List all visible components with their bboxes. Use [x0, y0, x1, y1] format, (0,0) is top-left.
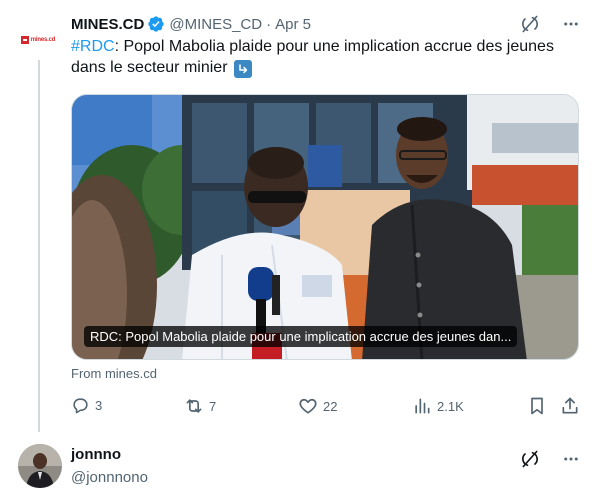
reply-author-handle[interactable]: @jonnnono	[71, 469, 148, 486]
like-count: 22	[323, 398, 338, 414]
retweet-button[interactable]: 7	[184, 396, 216, 416]
tweet-date[interactable]: Apr 5	[275, 16, 311, 33]
share-button[interactable]	[560, 396, 580, 416]
more-dots-icon[interactable]	[562, 15, 580, 33]
reply-author-name[interactable]: jonnno	[71, 446, 121, 463]
views-count: 2.1K	[437, 398, 464, 414]
link-card-source[interactable]: From mines.cd	[71, 366, 157, 381]
avatar[interactable]: mines.cd	[18, 20, 58, 60]
hashtag-link[interactable]: #RDC	[71, 38, 115, 55]
reply-button[interactable]: 3	[71, 396, 102, 415]
bookmark-button[interactable]	[527, 396, 547, 416]
tweet-header: MINES.CD @MINES_CD · Apr 5	[71, 14, 311, 34]
bookmark-icon	[527, 396, 547, 416]
reply-icon	[71, 396, 90, 415]
grok-icon[interactable]	[520, 449, 540, 469]
tweet-top-actions	[520, 14, 580, 34]
mines-cd-logo: mines.cd	[20, 36, 56, 44]
views-chart-icon	[412, 396, 432, 416]
more-dots-icon[interactable]	[562, 450, 580, 468]
reply-count: 3	[95, 398, 103, 413]
logo-text: mines.cd	[30, 37, 56, 43]
heart-icon	[298, 396, 318, 416]
share-icon	[560, 396, 580, 416]
views-button[interactable]: 2.1K	[412, 396, 464, 416]
tweet-body-text: : Popol Mabolia plaide pour une implicat…	[71, 38, 554, 76]
reply-avatar-image	[18, 444, 62, 488]
header-separator: ·	[266, 15, 272, 33]
reply-top-actions	[520, 449, 580, 469]
retweet-count: 7	[209, 398, 217, 414]
retweet-icon	[184, 396, 204, 416]
tweet-action-bar: 3 7 22 2.1K	[71, 396, 581, 420]
reply-avatar[interactable]	[18, 444, 62, 488]
link-card[interactable]: RDC: Popol Mabolia plaide pour une impli…	[71, 94, 579, 360]
link-card-image	[72, 95, 578, 359]
logo-mark-icon	[20, 36, 29, 44]
author-name[interactable]: MINES.CD	[71, 16, 144, 33]
verified-badge-icon[interactable]	[147, 15, 165, 33]
tweet-text: #RDC: Popol Mabolia plaide pour une impl…	[71, 36, 571, 78]
grok-icon[interactable]	[520, 14, 540, 34]
link-card-caption[interactable]: RDC: Popol Mabolia plaide pour une impli…	[84, 326, 518, 347]
thread-connector-line	[38, 60, 40, 432]
like-button[interactable]: 22	[298, 396, 337, 416]
author-handle[interactable]: @MINES_CD	[169, 16, 262, 33]
arrow-down-right-emoji-icon	[233, 60, 252, 78]
